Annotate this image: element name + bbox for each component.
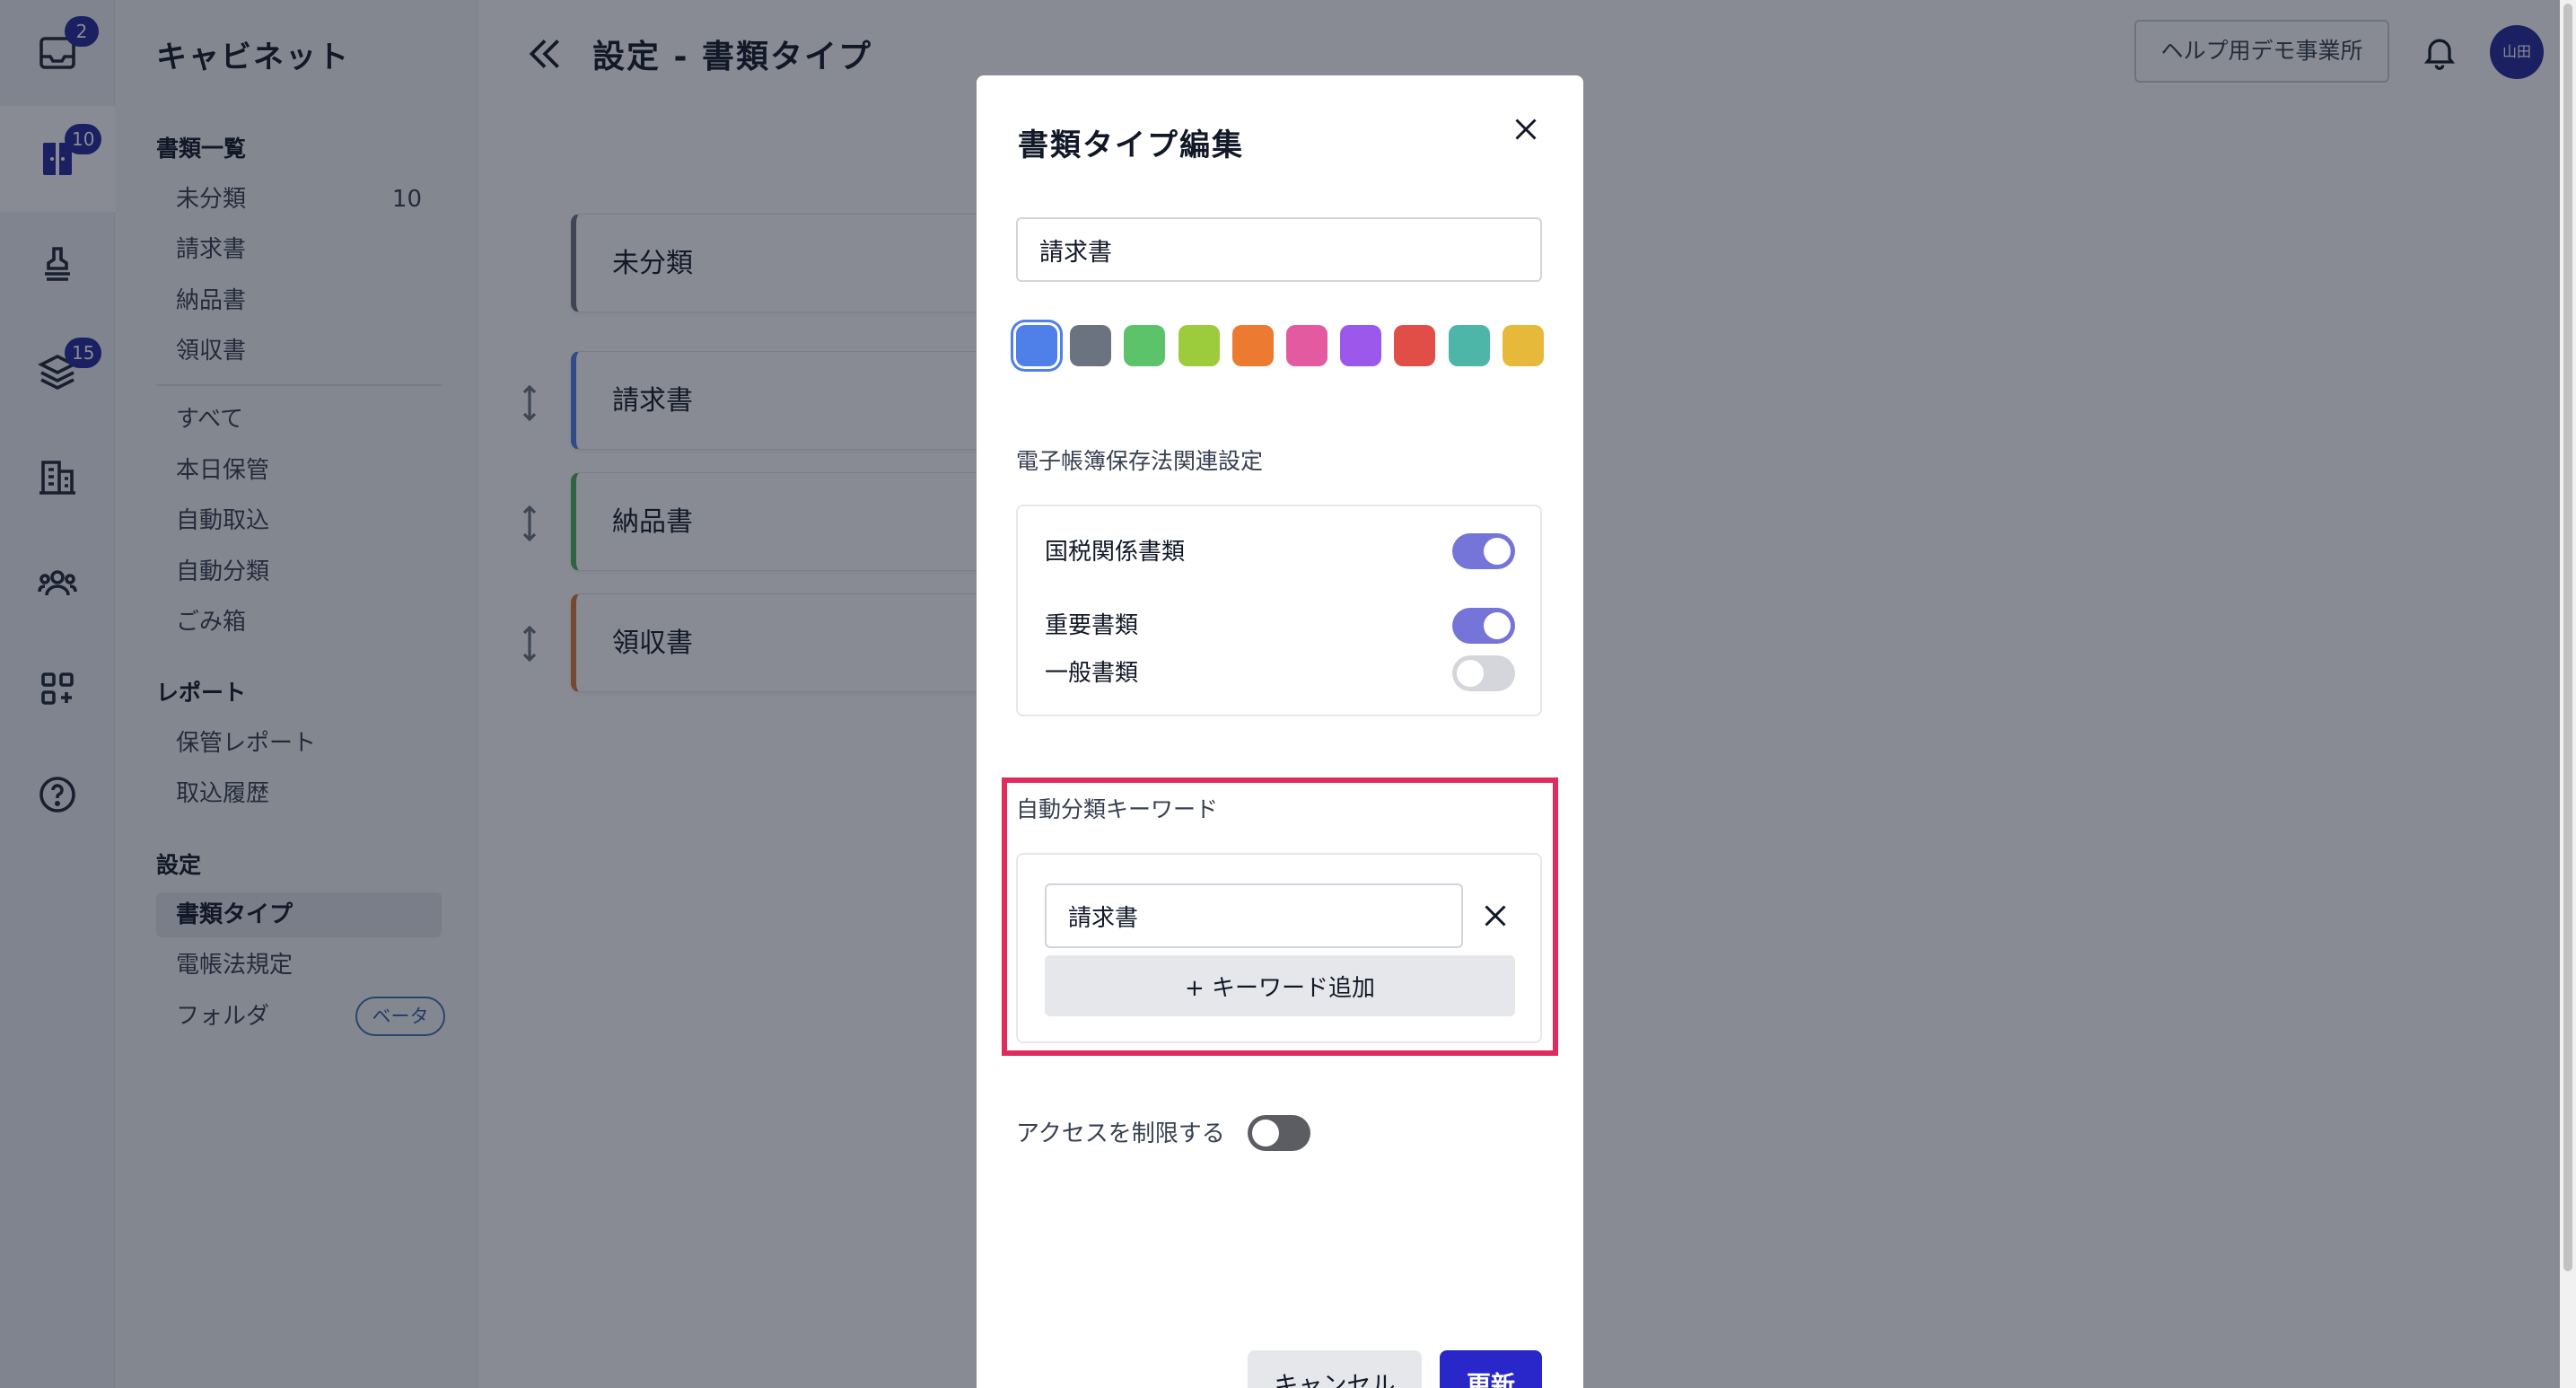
- add-keyword-button[interactable]: + キーワード追加: [1045, 955, 1515, 1016]
- color-swatch-gray[interactable]: [1070, 325, 1112, 366]
- color-swatch-red[interactable]: [1394, 325, 1436, 366]
- keyword-input[interactable]: [1045, 883, 1463, 948]
- color-swatch-blue[interactable]: [1016, 325, 1057, 366]
- color-swatch-green[interactable]: [1124, 325, 1166, 366]
- ebook-section-label: 電子帳簿保存法関連設定: [1016, 448, 1264, 474]
- cancel-button[interactable]: キャンセル: [1248, 1350, 1422, 1388]
- scrollbar-thumb[interactable]: [2563, 4, 2572, 1271]
- dialog-title: 書類タイプ編集: [1018, 127, 1244, 163]
- tax-docs-label: 国税関係書類: [1045, 539, 1186, 566]
- document-type-name-input[interactable]: [1016, 217, 1542, 282]
- general-docs-toggle[interactable]: [1452, 655, 1515, 691]
- color-swatch-picker: [1016, 325, 1556, 366]
- page-scrollbar[interactable]: [2560, 0, 2576, 1388]
- keyword-box: + キーワード追加: [1016, 853, 1542, 1043]
- color-swatch-yellow[interactable]: [1502, 325, 1544, 366]
- restrict-access-toggle[interactable]: [1248, 1115, 1310, 1151]
- color-swatch-lime[interactable]: [1178, 325, 1220, 366]
- update-button[interactable]: 更新: [1440, 1350, 1542, 1388]
- color-swatch-teal[interactable]: [1448, 325, 1490, 366]
- tax-docs-toggle[interactable]: [1452, 533, 1515, 569]
- remove-keyword-icon[interactable]: [1479, 900, 1511, 932]
- color-swatch-orange[interactable]: [1231, 325, 1274, 366]
- color-swatch-purple[interactable]: [1340, 325, 1382, 366]
- ebook-settings-box: 国税関係書類 重要書類 一般書類: [1016, 505, 1542, 716]
- close-icon[interactable]: [1510, 113, 1542, 145]
- keyword-section-label: 自動分類キーワード: [1016, 796, 1219, 822]
- edit-document-type-dialog: 書類タイプ編集 電子帳簿保存法関連設定 国税関係書類 重要書類 一般書類 自動分…: [977, 75, 1583, 1388]
- restrict-access-label: アクセスを制限する: [1016, 1120, 1225, 1147]
- color-swatch-pink[interactable]: [1285, 325, 1327, 366]
- important-docs-toggle[interactable]: [1452, 608, 1515, 644]
- important-docs-label: 重要書類: [1045, 612, 1139, 639]
- general-docs-label: 一般書類: [1045, 660, 1139, 687]
